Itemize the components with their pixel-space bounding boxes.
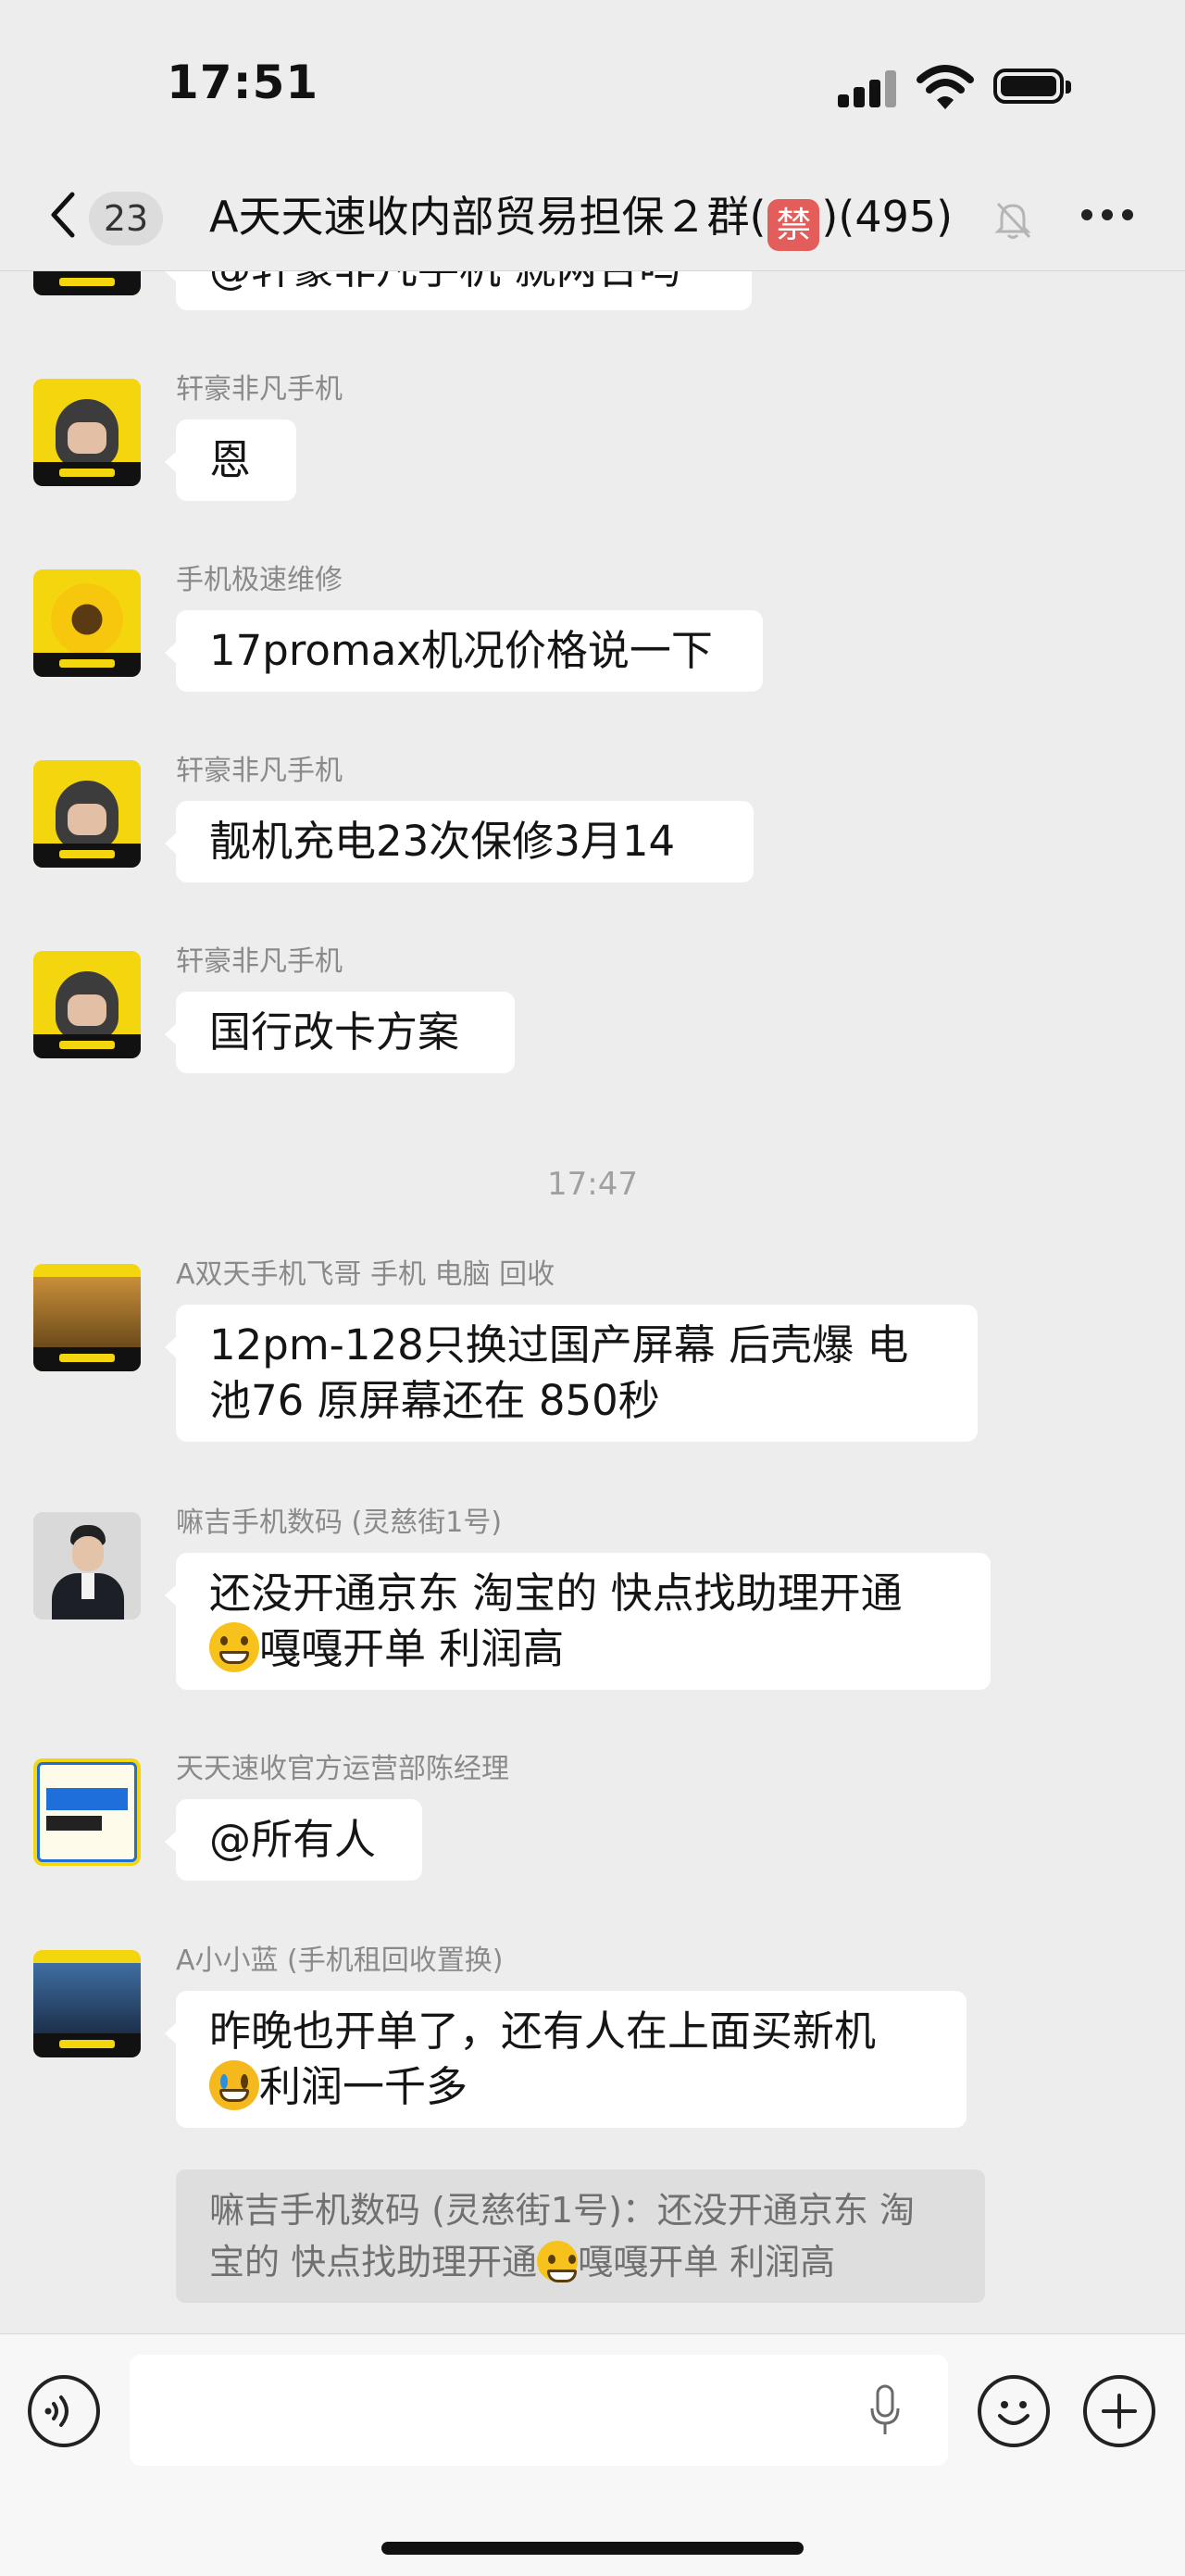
sender-name: 轩豪非凡手机 <box>176 373 343 406</box>
smile-icon[interactable] <box>978 2375 1050 2447</box>
message-line-text: 利润一千多 <box>259 2062 468 2111</box>
profile-photo-avatar[interactable] <box>33 1512 141 1619</box>
cry-laugh-emoji-icon <box>209 2060 259 2110</box>
message-line: 利润一千多 <box>209 2059 933 2115</box>
chevron-left-icon[interactable] <box>44 187 81 243</box>
message-bubble[interactable]: 17promax机况价格说一下 <box>165 610 763 692</box>
chat-header: 23 A天天速收内部贸易担保２群(禁)(495) <box>0 167 1185 271</box>
sender-name: 手机极速维修 <box>176 564 343 596</box>
cellular-signal-icon <box>838 70 899 107</box>
wifi-icon <box>917 65 974 109</box>
microphone-icon[interactable] <box>868 2382 902 2438</box>
message-line: 嘎嘎开单 利润高 <box>209 1621 957 1677</box>
banned-emoji-icon: 禁 <box>767 199 820 251</box>
quote-line: 嘛吉手机数码 (灵慈街1号)：还没开通京东 淘 <box>209 2190 915 2231</box>
plus-icon[interactable] <box>1083 2375 1155 2447</box>
message-bubble[interactable]: 恩 <box>165 419 296 501</box>
status-time: 17:51 <box>167 56 319 109</box>
ellipsis-icon[interactable] <box>1081 209 1137 224</box>
chat-title-prefix: A天天速收内部贸易担保２群( <box>209 192 767 242</box>
chat-title-suffix: )(495) <box>821 192 954 242</box>
chat-title[interactable]: A天天速收内部贸易担保２群(禁)(495) <box>209 189 953 251</box>
unread-count-badge[interactable]: 23 <box>89 192 163 245</box>
chat-timestamp: 17:47 <box>547 1166 638 1203</box>
quote-line: 宝的 快点找助理开通 嘎嘎开单 利润高 <box>209 2236 952 2288</box>
sender-name: A小小蓝 (手机租回收置换) <box>176 1945 504 1977</box>
tiantian-su-shou-avatar[interactable] <box>33 951 141 1058</box>
message-bubble[interactable]: 12pm-128只换过国产屏幕 后壳爆 电 池76 原屏幕还在 850秒 <box>165 1305 978 1442</box>
sender-name: 嘛吉手机数码 (灵慈街1号) <box>176 1507 503 1539</box>
voice-icon[interactable] <box>28 2375 100 2447</box>
message-line: 还没开通京东 淘宝的 快点找助理开通 <box>209 1569 903 1618</box>
message-bubble[interactable]: @所有人 <box>165 1799 422 1881</box>
sender-name: 天天速收官方运营部陈经理 <box>176 1753 509 1785</box>
bell-slash-icon <box>994 202 1031 239</box>
input-bar <box>0 2333 1185 2576</box>
sender-name: 轩豪非凡手机 <box>176 755 343 787</box>
quote-line-text: 宝的 快点找助理开通 <box>209 2242 538 2282</box>
shuangtian-alliance-avatar[interactable] <box>33 1758 141 1866</box>
sender-name: 轩豪非凡手机 <box>176 945 343 978</box>
sunflower-avatar[interactable] <box>33 569 141 677</box>
sender-name: A双天手机飞哥 手机 电脑 回收 <box>176 1258 555 1291</box>
message-line: 池76 原屏幕还在 850秒 <box>209 1376 660 1425</box>
message-line: 昨晚也开单了，还有人在上面买新机 <box>209 2007 877 2056</box>
message-input[interactable] <box>130 2355 948 2466</box>
grin-emoji-icon <box>209 1622 259 1672</box>
quoted-reply[interactable]: 嘛吉手机数码 (灵慈街1号)：还没开通京东 淘 宝的 快点找助理开通 嘎嘎开单 利… <box>176 2170 985 2303</box>
status-bar: 17:51 <box>0 0 1185 167</box>
tiantian-su-shou-avatar[interactable] <box>33 760 141 868</box>
tiantian-su-shou-avatar[interactable] <box>33 379 141 486</box>
battery-icon <box>993 69 1071 104</box>
grin-emoji-icon <box>537 2241 579 2282</box>
tiantian-su-shou-avatar[interactable] <box>33 271 141 295</box>
message-bubble[interactable]: 还没开通京东 淘宝的 快点找助理开通 嘎嘎开单 利润高 <box>165 1553 991 1690</box>
message-bubble[interactable]: 国行改卡方案 <box>165 992 515 1073</box>
message-line: 12pm-128只换过国产屏幕 后壳爆 电 <box>209 1320 909 1369</box>
message-bubble[interactable]: 靓机充电23次保修3月14 <box>165 801 754 882</box>
message-bubble[interactable]: @轩豪非凡手机 就两台吗 <box>165 271 752 310</box>
store-photo-avatar[interactable] <box>33 1950 141 2057</box>
shop-avatar[interactable] <box>33 1264 141 1371</box>
home-indicator[interactable] <box>381 2542 804 2555</box>
message-line-text: 嘎嘎开单 利润高 <box>259 1624 565 1673</box>
quote-line-tail: 嘎嘎开单 利润高 <box>578 2242 836 2282</box>
chat-message-list[interactable]: @轩豪非凡手机 就两台吗 轩豪非凡手机 恩 手机极速维修 17promax机况价… <box>0 271 1185 2333</box>
message-bubble[interactable]: 昨晚也开单了，还有人在上面买新机 利润一千多 <box>165 1991 967 2128</box>
